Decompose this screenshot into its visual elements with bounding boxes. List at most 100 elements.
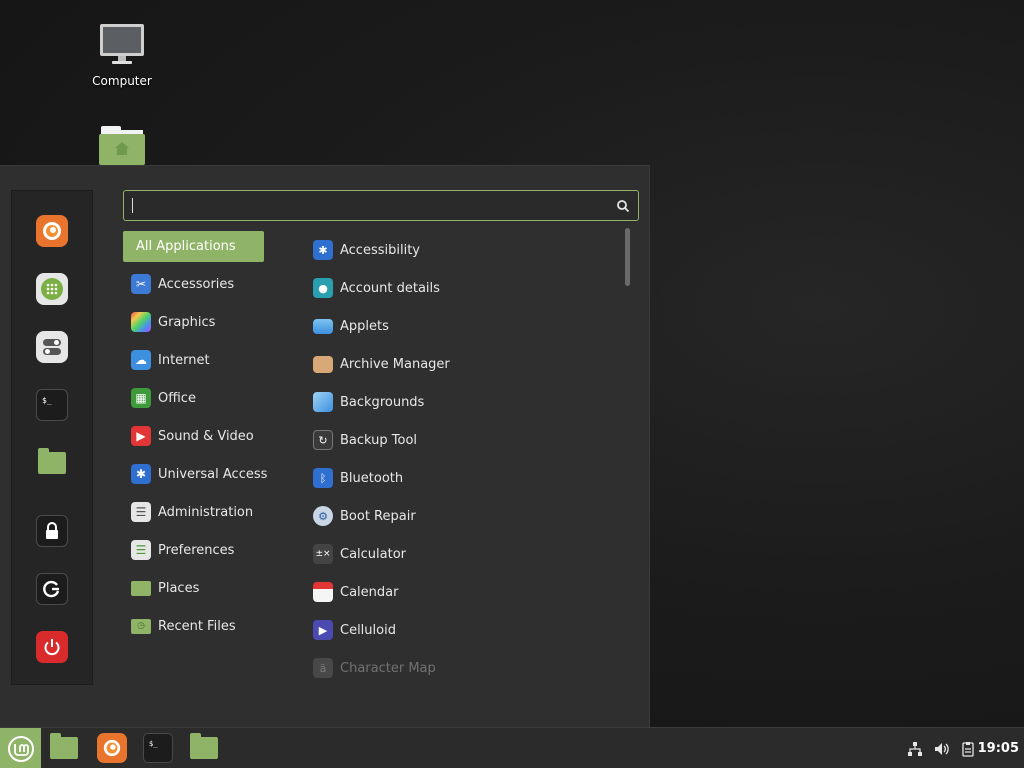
category-all-applications[interactable]: All Applications bbox=[123, 231, 264, 262]
logout-icon bbox=[43, 580, 60, 598]
folder-icon bbox=[131, 580, 151, 596]
folder-icon bbox=[38, 448, 66, 474]
favorite-lock-screen[interactable] bbox=[36, 515, 68, 547]
app-character-map[interactable]: ä Character Map bbox=[305, 649, 615, 687]
favorite-system-settings[interactable] bbox=[36, 331, 68, 363]
launcher-firefox[interactable] bbox=[97, 733, 127, 763]
launcher-folder[interactable] bbox=[189, 733, 219, 763]
applets-icon bbox=[313, 318, 333, 334]
tray-volume[interactable] bbox=[931, 728, 951, 768]
launcher-terminal[interactable]: $_ bbox=[143, 733, 173, 763]
app-list-scrollbar[interactable] bbox=[625, 228, 630, 286]
category-sound-video[interactable]: ▶ Sound & Video bbox=[123, 417, 293, 455]
app-applets[interactable]: Applets bbox=[305, 307, 615, 345]
taskbar-panel: $_ 19:05 bbox=[0, 727, 1024, 768]
search-input[interactable] bbox=[137, 198, 616, 213]
category-label: Graphics bbox=[158, 314, 216, 330]
app-archive-manager[interactable]: Archive Manager bbox=[305, 345, 615, 383]
app-bluetooth[interactable]: ᛒ Bluetooth bbox=[305, 459, 615, 497]
recent-folder-icon: ◷ bbox=[131, 618, 151, 634]
app-accessibility[interactable]: ✱ Accessibility bbox=[305, 231, 615, 269]
celluloid-icon: ▶ bbox=[313, 620, 333, 640]
accessibility-icon: ✱ bbox=[131, 464, 151, 484]
tray-clipboard[interactable] bbox=[958, 728, 978, 768]
app-label: Archive Manager bbox=[340, 356, 450, 372]
favorite-logout[interactable] bbox=[36, 573, 68, 605]
office-icon: ▦ bbox=[131, 388, 151, 408]
graphics-icon bbox=[131, 312, 151, 332]
svg-text:$_: $_ bbox=[149, 739, 158, 748]
category-label: Recent Files bbox=[158, 618, 236, 634]
launcher-files[interactable] bbox=[49, 733, 79, 763]
folder-icon bbox=[50, 733, 78, 759]
monitor-icon bbox=[100, 24, 144, 64]
favorite-firefox[interactable] bbox=[36, 215, 68, 247]
play-icon: ▶ bbox=[131, 426, 151, 446]
clipboard-icon bbox=[962, 741, 974, 757]
accessibility-icon: ✱ bbox=[313, 240, 333, 260]
lock-icon bbox=[46, 522, 58, 539]
app-label: Calculator bbox=[340, 546, 407, 562]
app-calendar[interactable]: Calendar bbox=[305, 573, 615, 611]
clock[interactable]: 19:05 bbox=[978, 728, 1019, 768]
category-label: Universal Access bbox=[158, 466, 268, 482]
archive-icon bbox=[313, 355, 333, 373]
category-label: Accessories bbox=[158, 276, 235, 292]
app-backgrounds[interactable]: Backgrounds bbox=[305, 383, 615, 421]
app-label: Bluetooth bbox=[340, 470, 404, 486]
terminal-icon: $_ bbox=[42, 396, 52, 405]
favorite-software-manager[interactable] bbox=[36, 273, 68, 305]
app-label: Boot Repair bbox=[340, 508, 416, 524]
category-label: Administration bbox=[158, 504, 254, 520]
app-label: Accessibility bbox=[340, 242, 420, 258]
tray-network[interactable] bbox=[905, 728, 925, 768]
menu-button[interactable] bbox=[0, 728, 41, 768]
category-recent-files[interactable]: ◷ Recent Files bbox=[123, 607, 293, 645]
app-label: Backgrounds bbox=[340, 394, 425, 410]
desktop-icon-computer[interactable]: Computer bbox=[77, 22, 167, 88]
category-office[interactable]: ▦ Office bbox=[123, 379, 293, 417]
category-accessories[interactable]: ✂ Accessories bbox=[123, 265, 293, 303]
app-label: Account details bbox=[340, 280, 440, 296]
category-administration[interactable]: ☰ Administration bbox=[123, 493, 293, 531]
category-label: Internet bbox=[158, 352, 210, 368]
category-universal-access[interactable]: ✱ Universal Access bbox=[123, 455, 293, 493]
app-backup-tool[interactable]: ↻ Backup Tool bbox=[305, 421, 615, 459]
category-label: Places bbox=[158, 580, 200, 596]
network-icon bbox=[908, 741, 922, 756]
search-box[interactable] bbox=[123, 190, 639, 221]
software-manager-icon bbox=[41, 278, 63, 300]
settings-toggle-icon bbox=[43, 339, 61, 355]
firefox-icon bbox=[103, 739, 121, 757]
category-places[interactable]: Places bbox=[123, 569, 293, 607]
category-internet[interactable]: ☁ Internet bbox=[123, 341, 293, 379]
category-graphics[interactable]: Graphics bbox=[123, 303, 293, 341]
category-preferences[interactable]: ☰ Preferences bbox=[123, 531, 293, 569]
app-boot-repair[interactable]: ⚙ Boot Repair bbox=[305, 497, 615, 535]
folder-icon bbox=[190, 733, 218, 759]
scissors-icon: ✂ bbox=[131, 274, 151, 294]
category-label: Sound & Video bbox=[158, 428, 254, 444]
backgrounds-icon bbox=[313, 392, 333, 412]
calculator-icon: ±× bbox=[313, 544, 333, 564]
category-label: All Applications bbox=[136, 239, 236, 254]
text-cursor bbox=[132, 198, 133, 213]
favorite-terminal[interactable]: $_ bbox=[36, 389, 68, 421]
app-label: Celluloid bbox=[340, 622, 396, 638]
desktop-icon-home[interactable] bbox=[77, 126, 167, 170]
character-map-icon: ä bbox=[313, 658, 333, 678]
desktop-icon-label: Computer bbox=[92, 74, 152, 88]
application-menu: $_ All Applications ✂ Accessories Graphi… bbox=[0, 165, 650, 727]
category-label: Office bbox=[158, 390, 196, 406]
search-icon[interactable] bbox=[616, 199, 630, 213]
favorites-sidebar: $_ bbox=[11, 190, 93, 685]
app-calculator[interactable]: ±× Calculator bbox=[305, 535, 615, 573]
favorite-quit[interactable] bbox=[36, 631, 68, 663]
favorite-files[interactable] bbox=[36, 447, 68, 479]
app-label: Applets bbox=[340, 318, 389, 334]
power-icon bbox=[44, 639, 60, 656]
app-account-details[interactable]: ● Account details bbox=[305, 269, 615, 307]
app-label: Backup Tool bbox=[340, 432, 418, 448]
category-label: Preferences bbox=[158, 542, 235, 558]
app-celluloid[interactable]: ▶ Celluloid bbox=[305, 611, 615, 649]
